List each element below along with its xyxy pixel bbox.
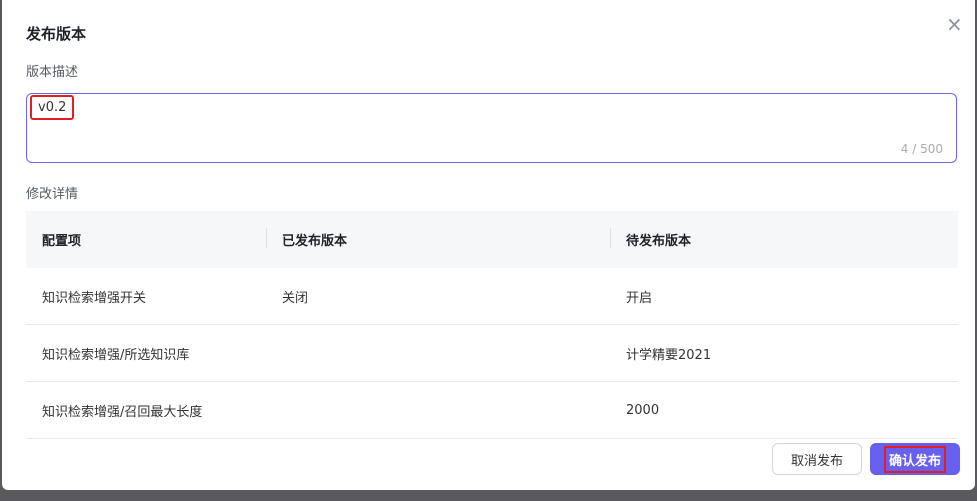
cell: 关闭 — [266, 268, 610, 325]
cancel-publish-button[interactable]: 取消发布 — [772, 443, 862, 475]
table-row: 知识检索增强/所选知识库 计学精要2021 — [26, 324, 958, 382]
description-label: 版本描述 — [26, 65, 79, 80]
cell: 知识检索增强开关 — [26, 268, 266, 325]
column-header: 配置项 — [26, 211, 266, 268]
cell: 知识检索增强/所选知识库 — [26, 324, 266, 382]
publish-dialog: 发布版本 × 版本描述 v0.2 4 / 500 修改详情 配置项 已发布版本 … — [2, 0, 975, 490]
details-label: 修改详情 — [26, 187, 79, 202]
table-row: 知识检索增强开关 关闭 开启 — [26, 268, 958, 325]
description-value[interactable]: v0.2 — [30, 95, 75, 120]
description-textarea[interactable] — [26, 93, 957, 163]
column-header: 已发布版本 — [266, 211, 610, 268]
confirm-publish-button[interactable]: 确认发布 — [870, 443, 960, 475]
char-count: 4 / 500 — [900, 142, 943, 156]
table-row: 知识检索增强/召回最大长度 2000 — [26, 381, 958, 439]
cell: 2000 — [610, 381, 958, 439]
cell: 开启 — [610, 268, 958, 325]
cell — [266, 324, 610, 382]
confirm-label: 确认发布 — [883, 445, 946, 473]
column-header: 待发布版本 — [610, 211, 958, 268]
cell — [266, 381, 610, 439]
dialog-title: 发布版本 — [26, 25, 87, 43]
cell: 知识检索增强/召回最大长度 — [26, 381, 266, 439]
cell: 计学精要2021 — [610, 324, 958, 382]
close-icon[interactable]: × — [946, 14, 963, 34]
changes-table: 配置项 已发布版本 待发布版本 知识检索增强开关 关闭 开启 知识检索增强/所选… — [26, 211, 958, 439]
